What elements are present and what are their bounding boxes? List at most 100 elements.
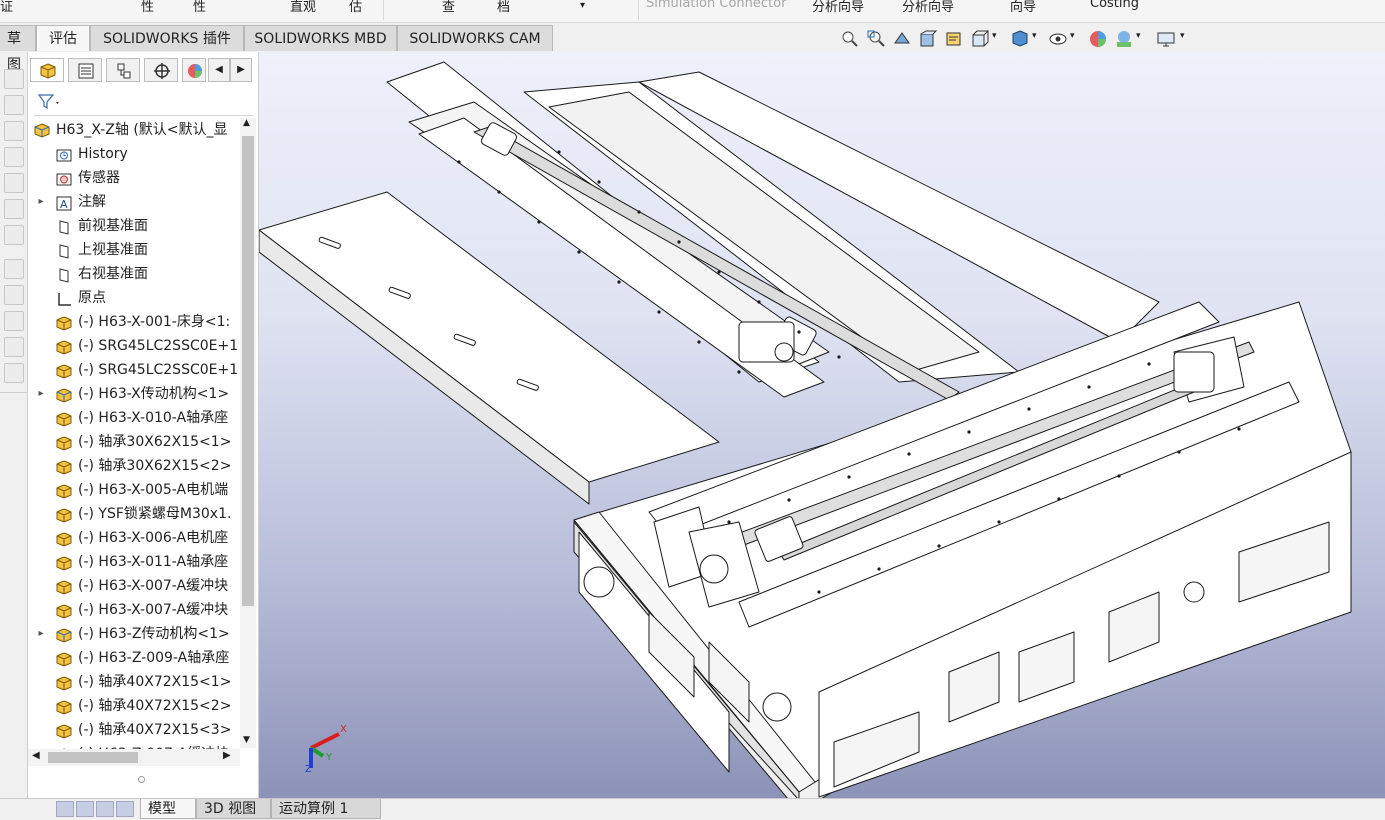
- tree-item[interactable]: 传感器: [28, 166, 240, 190]
- tool-icon[interactable]: [4, 121, 24, 141]
- tree-item[interactable]: (-) H63-X-011-A轴承座: [28, 550, 240, 574]
- tool-icon[interactable]: [4, 311, 24, 331]
- tab-solidworks-mbd[interactable]: SOLIDWORKS MBD: [244, 25, 397, 51]
- tool-icon[interactable]: [4, 173, 24, 193]
- scroll-down-icon[interactable]: ▼: [243, 735, 250, 745]
- tree-item[interactable]: ▸ (-) H63-X传动机构<1>: [28, 382, 240, 406]
- tree-item[interactable]: 右视基准面: [28, 262, 240, 286]
- scroll-up-icon[interactable]: ▲: [243, 118, 250, 128]
- expand-arrow-icon[interactable]: ▸: [36, 382, 46, 406]
- tree-item[interactable]: (-) 轴承30X62X15<2>: [28, 454, 240, 478]
- tree-item[interactable]: (-) H63-X-007-A缓冲块: [28, 574, 240, 598]
- propertymanager-tab[interactable]: [68, 58, 102, 82]
- chevron-down-icon[interactable]: ▾: [580, 0, 585, 11]
- view-settings-icon[interactable]: [1156, 29, 1176, 49]
- tree-item[interactable]: (-) 轴承40X72X15<1>: [28, 670, 240, 694]
- tree-item[interactable]: (-) H63-Z-009-A轴承座: [28, 646, 240, 670]
- ribbon-label[interactable]: 证: [0, 0, 13, 15]
- tree-item[interactable]: (-) H63-X-006-A电机座: [28, 526, 240, 550]
- ribbon-label[interactable]: Costing: [1090, 0, 1139, 11]
- tool-icon[interactable]: [4, 225, 24, 245]
- tab-solidworks-addins[interactable]: SOLIDWORKS 插件: [90, 25, 244, 51]
- ribbon-label[interactable]: 查: [442, 0, 455, 15]
- model-viewport[interactable]: [259, 52, 1385, 798]
- tool-icon[interactable]: [4, 285, 24, 305]
- ribbon-label[interactable]: 性: [141, 0, 154, 15]
- resize-handle[interactable]: [138, 776, 145, 783]
- tool-icon[interactable]: [4, 337, 24, 357]
- tree-root[interactable]: H63_X-Z轴 (默认<默认_显: [28, 118, 240, 142]
- first-tab-icon[interactable]: [56, 801, 74, 817]
- tree-item[interactable]: (-) SRG45LC2SSC0E+1: [28, 358, 240, 382]
- tool-icon[interactable]: [4, 69, 24, 89]
- expand-arrow-icon[interactable]: ▸: [36, 190, 46, 214]
- edit-appearance-icon[interactable]: [1088, 29, 1108, 49]
- last-tab-icon[interactable]: [116, 801, 134, 817]
- tree-item[interactable]: (-) H63-X-005-A电机端: [28, 478, 240, 502]
- tab-sketch[interactable]: 草图: [0, 25, 36, 73]
- dynamic-annotation-icon[interactable]: [944, 29, 964, 49]
- horizontal-scrollbar[interactable]: ◀ ▶: [28, 749, 240, 766]
- featuremanager-tab[interactable]: [30, 58, 64, 82]
- tool-icon[interactable]: [4, 95, 24, 115]
- zoom-fit-icon[interactable]: [840, 29, 860, 49]
- tree-item[interactable]: 上视基准面: [28, 238, 240, 262]
- chevron-down-icon[interactable]: ▾: [1070, 31, 1075, 41]
- ribbon-label[interactable]: 向导: [1010, 0, 1036, 15]
- scroll-left-icon[interactable]: ◀: [32, 750, 40, 761]
- ribbon-label[interactable]: 估: [349, 0, 362, 15]
- tab-model[interactable]: 模型: [140, 799, 196, 819]
- chevron-down-icon[interactable]: ▾: [1032, 31, 1037, 41]
- displaymanager-tab[interactable]: [182, 58, 206, 82]
- scroll-thumb[interactable]: [242, 136, 254, 606]
- next-tab-icon[interactable]: [96, 801, 114, 817]
- hide-show-icon[interactable]: [1048, 29, 1068, 49]
- prev-tab-icon[interactable]: [76, 801, 94, 817]
- tab-scroll-right-icon[interactable]: ▶: [230, 58, 252, 82]
- tool-icon[interactable]: [4, 199, 24, 219]
- ribbon-label[interactable]: 性: [193, 0, 206, 15]
- tab-solidworks-cam[interactable]: SOLIDWORKS CAM: [397, 25, 553, 51]
- tree-item[interactable]: (-) 轴承30X62X15<1>: [28, 430, 240, 454]
- tree-item[interactable]: (-) 轴承40X72X15<2>: [28, 694, 240, 718]
- tree-item[interactable]: ▸ A 注解: [28, 190, 240, 214]
- tree-item[interactable]: (-) H63-X-001-床身<1:: [28, 310, 240, 334]
- configurationmanager-tab[interactable]: [106, 58, 140, 82]
- tree-item[interactable]: 原点: [28, 286, 240, 310]
- view-orientation-icon[interactable]: [970, 29, 990, 49]
- scene-icon[interactable]: [1114, 29, 1134, 49]
- vertical-scrollbar[interactable]: ▲ ▼: [240, 118, 256, 748]
- previous-view-icon[interactable]: [892, 29, 912, 49]
- tool-icon[interactable]: [4, 147, 24, 167]
- funnel-icon[interactable]: [36, 92, 62, 112]
- chevron-down-icon[interactable]: ▾: [1180, 31, 1185, 41]
- section-view-icon[interactable]: [918, 29, 938, 49]
- tool-icon[interactable]: [4, 363, 24, 383]
- ribbon-label[interactable]: 分析向导: [812, 0, 864, 15]
- tree-item[interactable]: History: [28, 142, 240, 166]
- tab-3d-view[interactable]: 3D 视图: [196, 799, 271, 819]
- display-style-icon[interactable]: [1010, 29, 1030, 49]
- tree-item[interactable]: 前视基准面: [28, 214, 240, 238]
- ribbon-label[interactable]: 直观: [290, 0, 316, 15]
- tree-item[interactable]: (-) SRG45LC2SSC0E+1: [28, 334, 240, 358]
- scroll-thumb[interactable]: [48, 752, 138, 763]
- tab-evaluate[interactable]: 评估: [36, 25, 90, 51]
- tree-item[interactable]: ▸ (-) H63-Z传动机构<1>: [28, 622, 240, 646]
- tool-icon[interactable]: [4, 259, 24, 279]
- tree-item[interactable]: (-) YSF锁紧螺母M30x1.: [28, 502, 240, 526]
- ribbon-label[interactable]: 档: [497, 0, 510, 15]
- chevron-down-icon[interactable]: ▾: [992, 31, 997, 41]
- zoom-area-icon[interactable]: [866, 29, 886, 49]
- ribbon-label[interactable]: 分析向导: [902, 0, 954, 15]
- chevron-down-icon[interactable]: ▾: [1136, 31, 1141, 41]
- tree-item[interactable]: (-) H63-X-007-A缓冲块: [28, 598, 240, 622]
- tree-item[interactable]: (-) 轴承40X72X15<3>: [28, 718, 240, 742]
- expand-arrow-icon[interactable]: ▸: [36, 622, 46, 646]
- tab-motion-study[interactable]: 运动算例 1: [271, 799, 381, 819]
- graphics-area[interactable]: X Y Z: [259, 52, 1385, 798]
- tab-scroll-left-icon[interactable]: ◀: [208, 58, 230, 82]
- scroll-right-icon[interactable]: ▶: [223, 750, 231, 761]
- tree-item[interactable]: (-) H63-X-010-A轴承座: [28, 406, 240, 430]
- dimxpert-tab[interactable]: [144, 58, 178, 82]
